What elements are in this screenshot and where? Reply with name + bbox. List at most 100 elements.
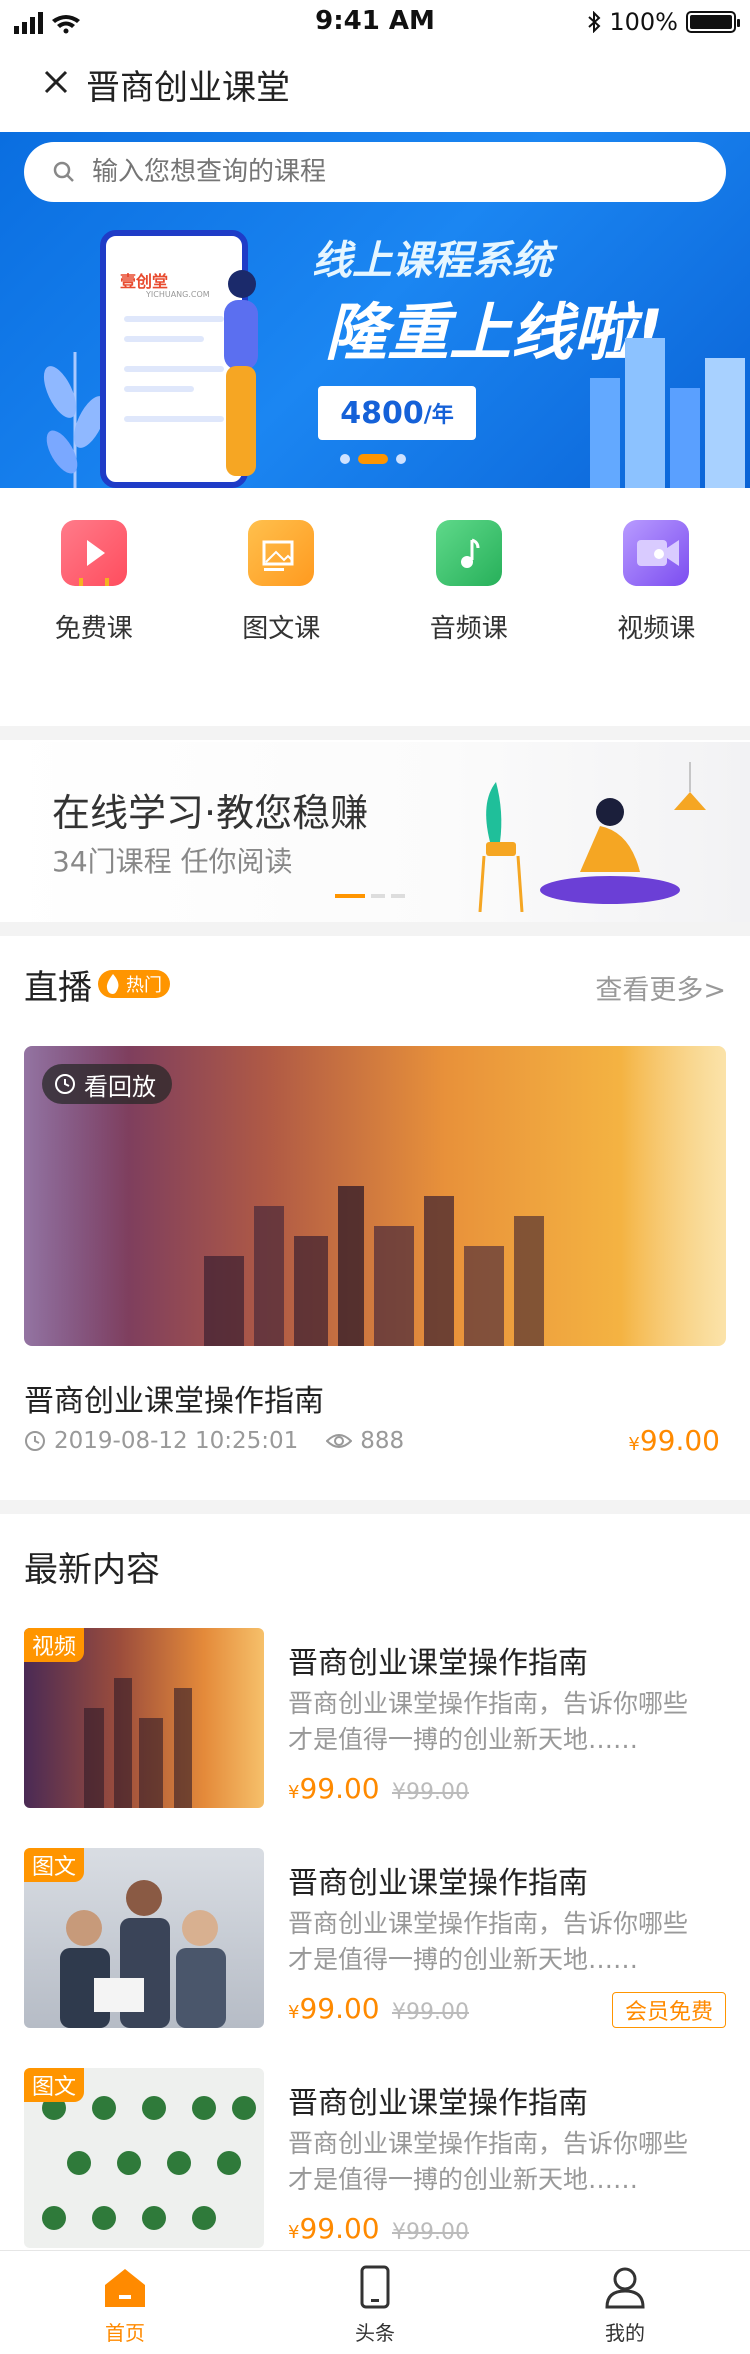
item-price: ¥99.00 (288, 1992, 380, 2025)
course-thumbnail: 视频 (24, 1628, 264, 1808)
tab-label: 头条 (355, 2321, 395, 2345)
city-skyline-image (204, 1186, 544, 1346)
promo-banner[interactable]: 在线学习·教您稳赚 34门课程 任你阅读 (0, 742, 750, 922)
clock-icon (55, 1074, 75, 1094)
hot-badge: 热门 (98, 970, 170, 998)
item-price: ¥99.00 (288, 1772, 380, 1805)
phone-logo: 壹创堂 (120, 272, 169, 291)
category-video[interactable]: 视频课 (563, 520, 750, 690)
price-symbol: ¥ (628, 1434, 640, 1455)
category-label: 视频课 (617, 614, 696, 644)
clock-icon (25, 1431, 45, 1451)
price-symbol: ¥ (288, 2002, 300, 2023)
list-item[interactable]: 视频 晋商创业课堂操作指南 晋商创业课堂操作指南，告诉你哪些才是值得一搏的创业新… (24, 1628, 726, 1808)
phone-line (124, 416, 224, 422)
user-icon (605, 2267, 645, 2309)
phone-line (124, 366, 224, 372)
tab-home[interactable]: 首页 (0, 2251, 250, 2354)
category-label: 音频课 (429, 614, 508, 644)
hot-badge-label: 热门 (126, 975, 162, 996)
phone-line (124, 316, 224, 322)
carousel-dot-active[interactable] (358, 454, 388, 464)
live-cover-image[interactable]: 看回放 (24, 1046, 726, 1346)
item-price-value: 99.00 (299, 2212, 380, 2245)
bottom-tab-bar: 首页 头条 我的 (0, 2250, 750, 2354)
tab-profile[interactable]: 我的 (500, 2251, 750, 2354)
list-item[interactable]: 图文 晋商创业课堂操作指南 晋商创业课堂操作指南，告诉你哪些才是值得一搏的创业新… (24, 1848, 726, 2028)
tab-headlines[interactable]: 头条 (250, 2251, 500, 2354)
live-course-title[interactable]: 晋商创业课堂操作指南 (24, 1376, 324, 1420)
towers-illustration (590, 338, 745, 488)
carousel-dot[interactable] (340, 454, 350, 464)
item-description: 晋商创业课堂操作指南，告诉你哪些才是值得一搏的创业新天地…… (288, 2129, 689, 2194)
item-description: 晋商创业课堂操作指南，告诉你哪些才是值得一搏的创业新天地…… (288, 1909, 689, 1974)
search-icon (53, 161, 74, 182)
search-bar[interactable] (24, 142, 726, 202)
list-item[interactable]: 图文 晋商创业课堂操作指南 晋商创业课堂操作指南，告诉你哪些才是值得一搏的创业新… (24, 2068, 726, 2248)
section-divider (0, 1500, 750, 1514)
phone-logo-sub: YICHUANG.COM (146, 290, 210, 299)
banner-pagination (340, 454, 406, 464)
member-free-badge: 会员免费 (611, 1992, 726, 2028)
person-illustration (224, 270, 258, 476)
banner-price: 4800 (340, 395, 424, 431)
replay-badge[interactable]: 看回放 (42, 1064, 172, 1104)
item-price-value: 99.00 (299, 1992, 380, 2025)
live-section-title: 直播 (24, 968, 92, 1008)
phone-line (124, 386, 194, 392)
course-thumbnail: 图文 (24, 2068, 264, 2248)
category-grid: 免费课 图文课 音频课 视频课 (0, 520, 750, 690)
live-price-value: 99.00 (639, 1424, 720, 1457)
live-price: ¥99.00 (628, 1424, 720, 1457)
search-input[interactable] (90, 156, 690, 188)
carousel-dot[interactable] (391, 894, 405, 898)
item-price: ¥99.00 (288, 2212, 380, 2245)
reading-illustration (478, 762, 706, 912)
banner-price-tag: 4800/年 (318, 386, 476, 440)
item-price-value: 99.00 (299, 1772, 380, 1805)
item-title: 晋商创业课堂操作指南 (288, 1646, 588, 1681)
item-title: 晋商创业课堂操作指南 (288, 2086, 588, 2121)
carousel-dot[interactable] (371, 894, 385, 898)
bluetooth-icon (588, 11, 601, 33)
battery-percent: 100% (609, 8, 678, 36)
category-label: 图文课 (242, 614, 321, 644)
content-type-tag: 图文 (24, 1848, 85, 1882)
section-divider (0, 726, 750, 740)
tab-label: 首页 (105, 2321, 145, 2345)
page-title: 晋商创业课堂 (86, 68, 290, 108)
carousel-dot-active[interactable] (335, 894, 365, 898)
replay-label: 看回放 (84, 1072, 156, 1101)
item-title: 晋商创业课堂操作指南 (288, 1866, 588, 1901)
category-audio[interactable]: 音频课 (375, 520, 563, 690)
category-free[interactable]: 免费课 (0, 520, 188, 690)
price-symbol: ¥ (288, 1782, 300, 1803)
content-type-tag: 图文 (24, 2068, 85, 2102)
banner-price-unit: /年 (423, 403, 454, 428)
category-label: 免费课 (54, 614, 133, 644)
see-more-link[interactable]: 查看更多> (595, 968, 726, 1007)
home-icon (105, 2269, 145, 2307)
live-views: 888 (360, 1428, 405, 1454)
item-original-price: ¥99.00 (392, 2220, 469, 2245)
live-meta: 2019-08-12 10:25:01 888 (24, 1428, 404, 1454)
carousel-dot[interactable] (396, 454, 406, 464)
banner-carousel[interactable]: 壹创堂 YICHUANG.COM 线上课程系统 隆重上线啦! 4800/年 (0, 132, 750, 488)
video-course-icon (623, 520, 690, 586)
phone-line (124, 336, 204, 342)
course-thumbnail: 图文 (24, 1848, 264, 2028)
category-image-text[interactable]: 图文课 (188, 520, 376, 690)
latest-section-title: 最新内容 (24, 1550, 160, 1590)
banner-headline: 线上课程系统 (312, 238, 552, 284)
image-text-course-icon (248, 520, 315, 586)
flame-icon (106, 974, 119, 994)
nav-bar: 晋商创业课堂 (0, 44, 750, 132)
item-description: 晋商创业课堂操作指南，告诉你哪些才是值得一搏的创业新天地…… (288, 1689, 689, 1754)
promo-subtitle: 34门课程 任你阅读 (52, 845, 293, 878)
promo-headline: 在线学习·教您稳赚 (52, 791, 369, 835)
audio-course-icon (435, 520, 502, 586)
status-bar: 9:41 AM 100% (0, 0, 750, 44)
item-original-price: ¥99.00 (392, 1780, 469, 1805)
battery-icon (686, 11, 740, 33)
close-icon[interactable] (36, 62, 76, 102)
